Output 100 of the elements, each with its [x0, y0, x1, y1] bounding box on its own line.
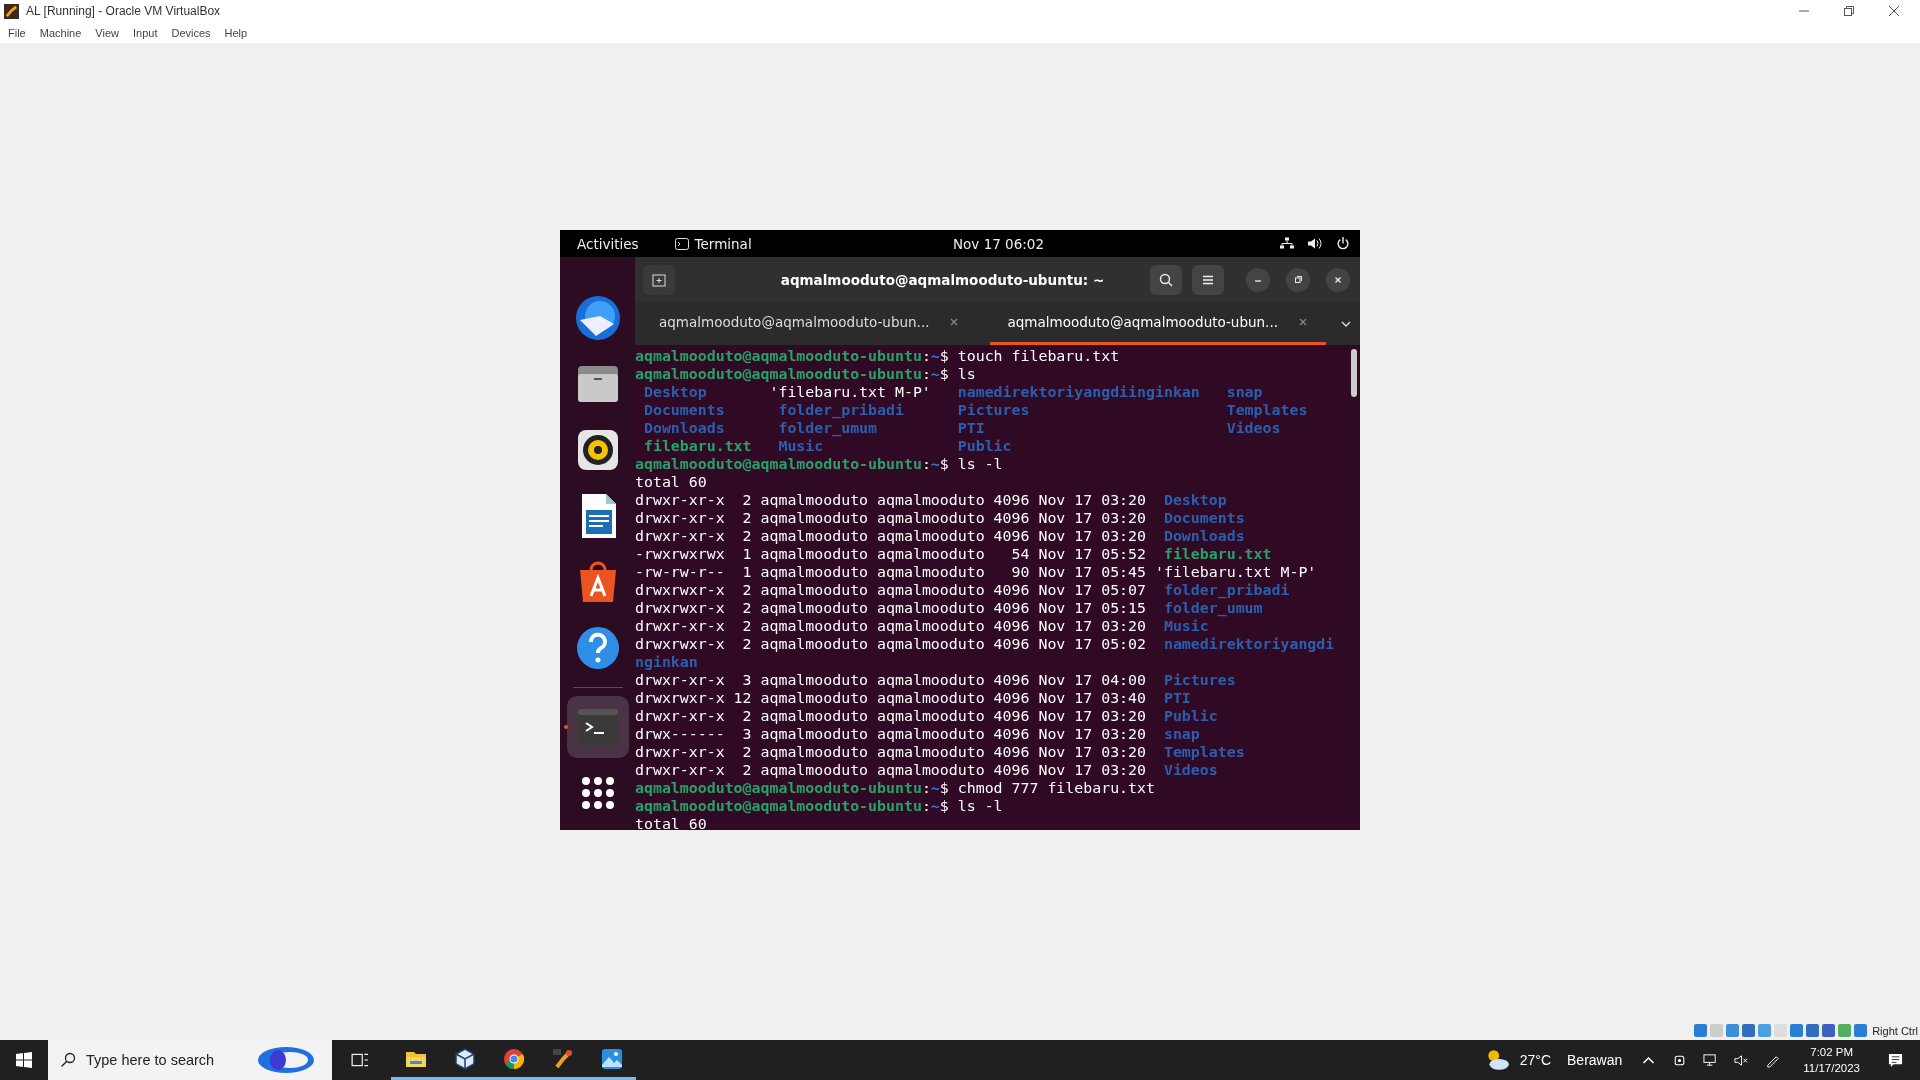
activities-button[interactable]: Activities	[577, 235, 639, 252]
status-icon[interactable]	[1790, 1024, 1804, 1037]
file-details: drwxr-xr-x 2 aqmalmooduto aqmalmooduto 4096 Nov 17 03:20	[635, 527, 1146, 545]
file-details: drwxr-xr-x 3 aqmalmooduto aqmalmooduto 4096 Nov 17 04:00	[635, 671, 1146, 689]
file-name: Public	[1162, 707, 1218, 725]
close-tab-icon[interactable]	[1298, 317, 1308, 327]
command: ls	[957, 365, 976, 383]
file-details: -rw-rw-r-- 1 aqmalmooduto aqmalmooduto 90 Nov 17 05:45	[635, 563, 1146, 581]
search-field[interactable]: Type here to search	[86, 1050, 256, 1070]
menu-button[interactable]	[1192, 264, 1224, 295]
prompt-path: ~	[930, 365, 940, 383]
status-icon[interactable]	[1726, 1024, 1740, 1037]
menu-item[interactable]: View	[95, 26, 119, 39]
file-details: drwxrwxr-x 2 aqmalmooduto aqmalmooduto 4096 Nov 17 05:07	[635, 581, 1146, 599]
status-icon[interactable]	[1694, 1024, 1708, 1037]
file-details: drwxr-xr-x 2 aqmalmooduto aqmalmooduto 4096 Nov 17 03:20	[635, 509, 1146, 527]
menu-item[interactable]: File	[8, 26, 26, 39]
terminal-tab[interactable]: aqmalmooduto@aqmalmooduto-ubun...	[989, 302, 1326, 345]
file-details: drwxr-xr-x 2 aqmalmooduto aqmalmooduto 4096 Nov 17 03:20	[635, 743, 1146, 761]
power-icon[interactable]	[1336, 237, 1350, 250]
photos-icon	[599, 1046, 624, 1071]
file-name: Templates	[1162, 743, 1245, 761]
file-name: Public	[956, 437, 1012, 455]
prompt-user: aqmalmooduto@aqmalmooduto-ubuntu	[635, 779, 922, 797]
prompt-separator: :	[921, 347, 931, 365]
search-icon	[1159, 272, 1173, 287]
mail-app-icon[interactable]	[573, 294, 622, 342]
file-details: drwxr-xr-x 2 aqmalmooduto aqmalmooduto 4096 Nov 17 03:20	[635, 491, 1146, 509]
file-details: drwxrwxr-x 2 aqmalmooduto aqmalmooduto 4096 Nov 17 05:02	[635, 635, 1146, 653]
scrollbar[interactable]	[1351, 349, 1357, 397]
file-name: Documents	[642, 401, 725, 419]
status-icon[interactable]	[1742, 1024, 1756, 1037]
temperature[interactable]: 27°C	[1519, 1052, 1552, 1068]
running-indicator	[563, 725, 568, 729]
prompt-sign: $	[939, 779, 949, 797]
file-name: folder_pribadi	[1162, 581, 1290, 599]
search-button[interactable]	[1150, 264, 1182, 295]
menu-item[interactable]: Devices	[171, 26, 211, 39]
status-icon[interactable]	[1822, 1024, 1836, 1037]
file-name: Desktop	[1162, 491, 1227, 509]
volume-icon[interactable]	[1308, 237, 1322, 250]
file-name: Music	[777, 437, 824, 455]
prompt-sign: $	[939, 365, 949, 383]
menu-item[interactable]: Input	[132, 26, 158, 39]
prompt-user: aqmalmooduto@aqmalmooduto-ubuntu	[635, 455, 922, 473]
terminal-tab[interactable]: aqmalmooduto@aqmalmooduto-ubun...	[641, 302, 978, 345]
close-button[interactable]	[1326, 267, 1350, 292]
cube-icon	[452, 1046, 477, 1071]
prompt-user: aqmalmooduto@aqmalmooduto-ubuntu	[635, 347, 922, 365]
taskbar-time[interactable]: 7:02 PM	[1810, 1044, 1854, 1060]
prompt-sign: $	[939, 797, 949, 815]
file-name: namedirektoriyangdiinginkan	[956, 383, 1200, 401]
mute-icon[interactable]	[1734, 1052, 1750, 1068]
chevron-down-icon[interactable]	[1340, 319, 1352, 328]
close-tab-icon[interactable]	[949, 317, 960, 327]
command: touch filebaru.txt	[957, 347, 1120, 365]
clock[interactable]: Nov 17 06:02	[953, 235, 1044, 252]
file-name: Downloads	[642, 419, 725, 437]
prompt-path: ~	[930, 455, 940, 473]
weather-condition[interactable]: Berawan	[1567, 1052, 1623, 1068]
prompt-separator: :	[921, 365, 931, 383]
notification-icon[interactable]	[1888, 1052, 1903, 1068]
file-name: 'filebaru.txt M-P'	[1154, 563, 1317, 581]
restore-icon[interactable]	[1844, 6, 1854, 16]
file-details: -rwxrwxrwx 1 aqmalmooduto aqmalmooduto 54 Nov 17 05:52	[635, 545, 1146, 563]
command: chmod 777 filebaru.txt	[957, 779, 1155, 797]
status-icon[interactable]	[1806, 1024, 1820, 1037]
file-name: Pictures	[956, 401, 1030, 419]
file-name: 'filebaru.txt M-P'	[769, 383, 931, 401]
task-view-icon[interactable]	[351, 1051, 369, 1069]
swirl-icon	[256, 1045, 316, 1075]
status-icon[interactable]	[1854, 1024, 1868, 1037]
search-icon	[60, 1052, 76, 1068]
browser-icon	[501, 1046, 526, 1071]
file-details: drwx------ 3 aqmalmooduto aqmalmooduto 4096 Nov 17 03:20	[635, 725, 1146, 743]
menu-item[interactable]: Machine	[39, 26, 82, 39]
close-icon[interactable]	[1889, 6, 1899, 16]
prompt-user: aqmalmooduto@aqmalmooduto-ubuntu	[635, 797, 922, 815]
prompt-user: aqmalmooduto@aqmalmooduto-ubuntu	[635, 365, 922, 383]
file-name: filebaru.txt	[1162, 545, 1272, 563]
terminal-icon	[674, 236, 689, 251]
file-name: snap	[1162, 725, 1200, 743]
maximize-button[interactable]	[1286, 267, 1310, 292]
restore-icon	[1293, 274, 1303, 285]
app-menu[interactable]: Terminal	[694, 235, 752, 252]
command: ls -l	[957, 455, 1003, 473]
host-key-label: Right Ctrl	[1872, 1024, 1918, 1037]
file-name: Pictures	[1162, 671, 1236, 689]
network-icon[interactable]	[1280, 237, 1294, 250]
file-name: Music	[1162, 617, 1209, 635]
network-icon[interactable]	[1703, 1052, 1719, 1068]
prompt-separator: :	[921, 779, 931, 797]
window-title: AL [Running] - Oracle VM VirtualBox	[26, 4, 221, 18]
search-box[interactable]: Type here to search	[48, 1040, 332, 1080]
close-icon	[1333, 274, 1343, 285]
new-tab-button[interactable]	[643, 264, 675, 295]
taskbar-date[interactable]: 11/17/2023	[1803, 1060, 1860, 1076]
menu-item[interactable]: Help	[224, 26, 248, 39]
start-icon[interactable]	[16, 1052, 32, 1068]
file-name: folder_umum	[1162, 599, 1263, 617]
